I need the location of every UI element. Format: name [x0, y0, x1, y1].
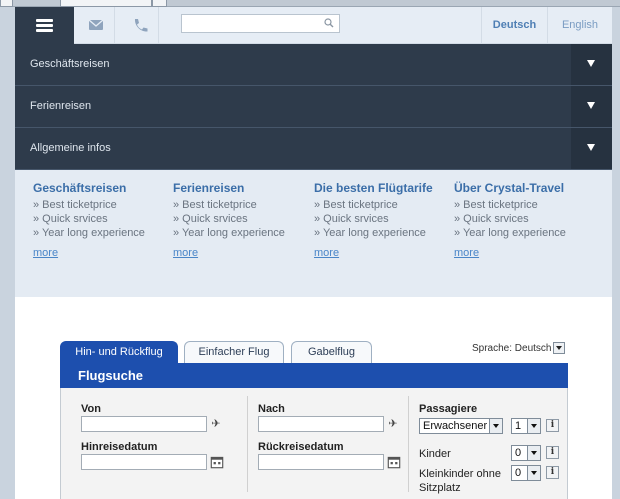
flight-search-form: Von ✈ Hinreisedatum Nach ✈ Rückreisedatu…	[60, 388, 568, 499]
depart-date-label: Hinreisedatum	[81, 441, 158, 453]
hamburger-icon	[36, 19, 53, 22]
envelope-icon	[88, 19, 104, 30]
chevron-down-icon[interactable]	[571, 128, 612, 169]
info-title: Ferienreisen	[173, 181, 245, 195]
hamburger-icon	[36, 24, 53, 27]
search-icon[interactable]	[324, 18, 334, 28]
return-date-input[interactable]	[258, 454, 384, 470]
language-select-label: Sprache: Deutsch	[472, 343, 552, 354]
browser-tab[interactable]	[0, 0, 13, 7]
children-count-value: 0	[515, 447, 522, 459]
column-divider	[247, 396, 248, 492]
hamburger-icon	[36, 29, 53, 32]
info-item: » Best ticketprice	[454, 199, 538, 211]
search-header: Flugsuche	[60, 363, 568, 388]
depart-date-input[interactable]	[81, 454, 207, 470]
browser-tab[interactable]	[60, 0, 152, 7]
info-item: » Best ticketprice	[173, 199, 257, 211]
phone-icon	[134, 19, 148, 32]
infants-label: Kleinkinder ohne Sitzplatz	[419, 468, 501, 494]
info-item: » Quick srvices	[314, 213, 389, 225]
calendar-icon[interactable]	[386, 454, 402, 470]
chevron-down-icon[interactable]	[571, 86, 612, 127]
info-item: » Year long experience	[33, 227, 145, 239]
adults-count-select[interactable]: 1	[511, 418, 541, 434]
email-button[interactable]	[77, 7, 115, 44]
accordion-item-allgemeine-infos[interactable]: Allgemeine infos	[15, 128, 612, 170]
info-icon[interactable]: i	[546, 419, 559, 432]
passenger-type-value: Erwachsener	[423, 420, 488, 432]
passenger-type-select[interactable]: Erwachsener	[419, 418, 503, 434]
info-title: Geschäftsreisen	[33, 181, 127, 195]
info-icon[interactable]: i	[546, 446, 559, 459]
page: Deutsch English Geschäftsreisen Ferienre…	[15, 7, 612, 499]
info-item: » Quick srvices	[33, 213, 108, 225]
language-dropdown[interactable]	[553, 342, 565, 354]
lang-deutsch-link[interactable]: Deutsch	[481, 7, 547, 44]
browser-tab[interactable]	[152, 0, 167, 7]
chevron-down-icon	[527, 446, 540, 460]
lang-english-link[interactable]: English	[547, 7, 612, 44]
info-column-geschaeftsreisen: Geschäftsreisen » Best ticketprice » Qui…	[33, 181, 173, 261]
more-link[interactable]: more	[314, 247, 339, 259]
info-column-ferienreisen: Ferienreisen » Best ticketprice » Quick …	[173, 181, 313, 261]
tab-one-way[interactable]: Einfacher Flug	[184, 341, 284, 363]
chevron-down-icon	[489, 419, 502, 433]
info-item: » Best ticketprice	[33, 199, 117, 211]
menu-button[interactable]	[15, 7, 74, 44]
return-date-label: Rückreisedatum	[258, 441, 344, 453]
column-divider	[408, 396, 409, 492]
accordion-label: Allgemeine infos	[30, 142, 111, 154]
browser-tab-strip	[0, 0, 620, 7]
search-header-title: Flugsuche	[78, 368, 144, 383]
airplane-icon[interactable]: ✈	[385, 416, 401, 432]
passengers-label: Passagiere	[419, 403, 478, 415]
chevron-down-icon	[527, 466, 540, 480]
info-panel: Geschäftsreisen » Best ticketprice » Qui…	[15, 170, 612, 297]
chevron-down-icon[interactable]	[571, 44, 612, 85]
info-title: Über Crystal-Travel	[454, 181, 565, 195]
accordion-item-geschaeftsreisen[interactable]: Geschäftsreisen	[15, 44, 612, 86]
infants-count-value: 0	[515, 467, 522, 479]
info-column-crystal-travel: Über Crystal-Travel » Best ticketprice »…	[454, 181, 594, 261]
tab-round-trip[interactable]: Hin- und Rückflug	[60, 341, 178, 363]
info-item: » Best ticketprice	[314, 199, 398, 211]
adults-count-value: 1	[515, 420, 522, 432]
info-item: » Quick srvices	[454, 213, 529, 225]
info-icon[interactable]: i	[546, 466, 559, 479]
to-label: Nach	[258, 403, 285, 415]
chevron-down-icon	[527, 419, 540, 433]
info-item: » Year long experience	[314, 227, 426, 239]
to-input[interactable]	[258, 416, 384, 432]
search-input[interactable]	[182, 16, 318, 34]
more-link[interactable]: more	[33, 247, 58, 259]
airplane-icon[interactable]: ✈	[208, 416, 224, 432]
info-item: » Year long experience	[454, 227, 566, 239]
phone-button[interactable]	[121, 7, 159, 44]
top-bar: Deutsch English	[15, 7, 612, 44]
accordion-item-ferienreisen[interactable]: Ferienreisen	[15, 86, 612, 128]
info-item: » Year long experience	[173, 227, 285, 239]
info-title: Die besten Flügtarife	[314, 181, 433, 195]
tab-multi-city[interactable]: Gabelflug	[291, 341, 372, 363]
more-link[interactable]: more	[173, 247, 198, 259]
calendar-icon[interactable]	[209, 454, 225, 470]
from-label: Von	[81, 403, 101, 415]
children-count-select[interactable]: 0	[511, 445, 541, 461]
info-item: » Quick srvices	[173, 213, 248, 225]
from-input[interactable]	[81, 416, 207, 432]
accordion-label: Ferienreisen	[30, 100, 92, 112]
accordion-label: Geschäftsreisen	[30, 58, 110, 70]
info-column-fluegtarife: Die besten Flügtarife » Best ticketprice…	[314, 181, 454, 261]
more-link[interactable]: more	[454, 247, 479, 259]
infants-count-select[interactable]: 0	[511, 465, 541, 481]
children-label: Kinder	[419, 448, 451, 460]
search-box	[181, 14, 340, 34]
